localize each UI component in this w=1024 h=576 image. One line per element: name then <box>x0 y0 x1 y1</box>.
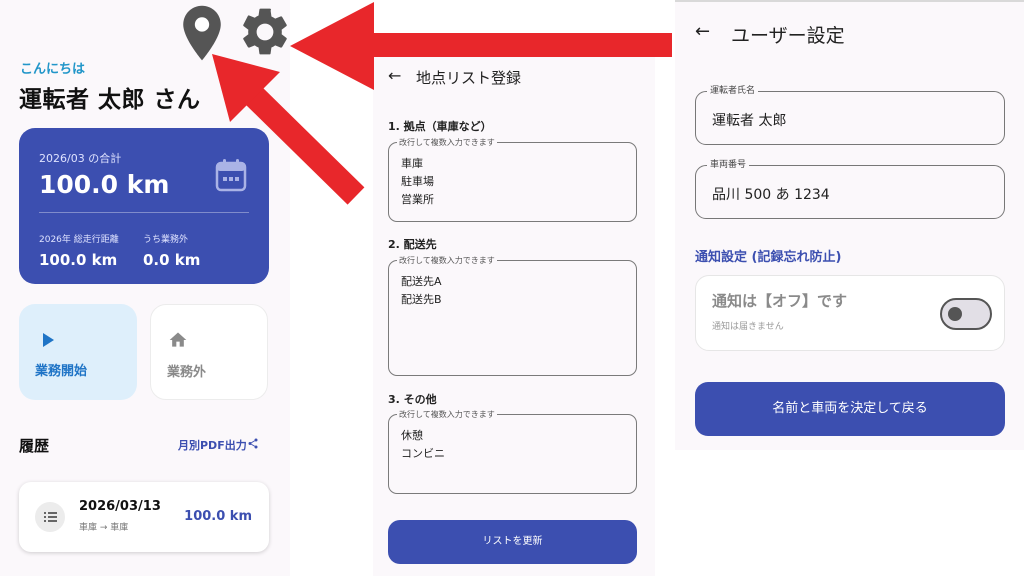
screenshot-collage: こんにちは 運転者 太郎 さん 2026/03 の合計 100.0 km 202… <box>0 0 1024 576</box>
summary-month-label: 2026/03 の合計 <box>39 152 122 165</box>
gear-icon[interactable] <box>237 4 293 60</box>
text-line: 配送先B <box>401 293 442 306</box>
back-arrow-icon[interactable]: ← <box>388 66 401 85</box>
summary-divider <box>39 212 249 213</box>
start-work-label: 業務開始 <box>35 364 88 379</box>
year-total-block: 2026年 総走行距離 100.0 km <box>39 232 119 269</box>
greeting-text: こんにちは <box>20 62 86 77</box>
base-locations-textarea[interactable]: 改行して複数入力できます 車庫 駐車場 営業所 <box>388 137 637 222</box>
home-screen: こんにちは 運転者 太郎 さん 2026/03 の合計 100.0 km 202… <box>0 0 290 576</box>
home-top-icons <box>181 4 293 62</box>
vehicle-number-value: 品川 500 あ 1234 <box>712 187 830 203</box>
update-list-button[interactable]: リストを更新 <box>388 520 637 564</box>
year-total-label: 2026年 総走行距離 <box>39 235 119 245</box>
other-locations-textarea[interactable]: 改行して複数入力できます 休憩 コンビニ <box>388 409 637 494</box>
notification-toggle[interactable] <box>940 298 992 330</box>
history-date: 2026/03/13 <box>79 499 161 514</box>
off-duty-label: うち業務外 <box>143 235 189 245</box>
back-arrow-icon[interactable]: ← <box>695 21 710 42</box>
driver-name-field[interactable]: 運転者氏名 運転者 太郎 <box>695 85 1005 145</box>
user-name-heading: 運転者 太郎 さん <box>19 87 201 113</box>
section-base-heading: 1. 拠点（車庫など） <box>388 120 492 133</box>
text-line: 営業所 <box>401 193 434 206</box>
play-icon <box>43 333 54 347</box>
text-line: 駐車場 <box>401 175 434 188</box>
history-distance: 100.0 km <box>184 509 252 524</box>
location-list-title: 地点リスト登録 <box>416 69 522 87</box>
share-icon[interactable] <box>247 437 259 450</box>
off-duty-block: うち業務外 0.0 km <box>143 232 200 269</box>
map-pin-icon[interactable] <box>181 4 223 62</box>
toggle-knob <box>948 307 962 321</box>
monthly-pdf-export-link[interactable]: 月別PDF出力 <box>178 437 247 453</box>
vehicle-number-label: 車両番号 <box>707 159 750 172</box>
calendar-icon <box>215 159 247 192</box>
off-duty-value: 0.0 km <box>143 251 201 269</box>
history-list-item[interactable]: 2026/03/13 車庫 → 車庫 100.0 km <box>19 482 269 552</box>
notification-status-title: 通知は【オフ】です <box>712 292 848 310</box>
start-work-button[interactable]: 業務開始 <box>19 304 137 400</box>
notification-card: 通知は【オフ】です 通知は届きません <box>695 275 1005 351</box>
summary-month-value: 100.0 km <box>39 170 170 199</box>
textarea-hint: 改行して複数入力できます <box>397 255 497 266</box>
text-line: 配送先A <box>401 275 442 288</box>
notification-settings-heading: 通知設定 (記録忘れ防止) <box>695 250 842 265</box>
section-other-heading: 3. その他 <box>388 393 437 406</box>
section-delivery-heading: 2. 配送先 <box>388 238 437 251</box>
history-heading: 履歴 <box>19 437 50 455</box>
off-duty-label: 業務外 <box>167 365 207 380</box>
delivery-locations-textarea[interactable]: 改行して複数入力できます 配送先A 配送先B <box>388 255 637 376</box>
year-total-value: 100.0 km <box>39 251 118 269</box>
off-duty-button[interactable]: 業務外 <box>150 304 268 400</box>
location-list-screen: ← 地点リスト登録 1. 拠点（車庫など） 改行して複数入力できます 車庫 駐車… <box>373 38 655 576</box>
vehicle-number-field[interactable]: 車両番号 品川 500 あ 1234 <box>695 159 1005 219</box>
status-divider <box>675 0 1024 2</box>
base-locations-lines: 車庫 駐車場 営業所 <box>401 155 434 209</box>
delivery-locations-lines: 配送先A 配送先B <box>401 273 442 309</box>
other-locations-lines: 休憩 コンビニ <box>401 427 445 463</box>
driver-name-label: 運転者氏名 <box>707 85 759 98</box>
monthly-summary-card: 2026/03 の合計 100.0 km 2026年 総走行距離 100.0 k… <box>19 128 269 284</box>
confirm-and-back-button[interactable]: 名前と車両を決定して戻る <box>695 382 1005 436</box>
text-line: 車庫 <box>401 157 423 170</box>
user-settings-screen: ← ユーザー設定 運転者氏名 運転者 太郎 車両番号 品川 500 あ 1234… <box>675 0 1024 450</box>
driver-name-value: 運転者 太郎 <box>712 113 787 129</box>
home-icon <box>169 332 187 347</box>
user-settings-title: ユーザー設定 <box>731 25 845 47</box>
text-line: コンビニ <box>401 447 445 460</box>
notification-status-sub: 通知は届きません <box>712 322 784 332</box>
textarea-hint: 改行して複数入力できます <box>397 137 497 148</box>
history-route: 車庫 → 車庫 <box>79 523 129 533</box>
textarea-hint: 改行して複数入力できます <box>397 409 497 420</box>
text-line: 休憩 <box>401 429 423 442</box>
list-icon <box>35 502 65 532</box>
